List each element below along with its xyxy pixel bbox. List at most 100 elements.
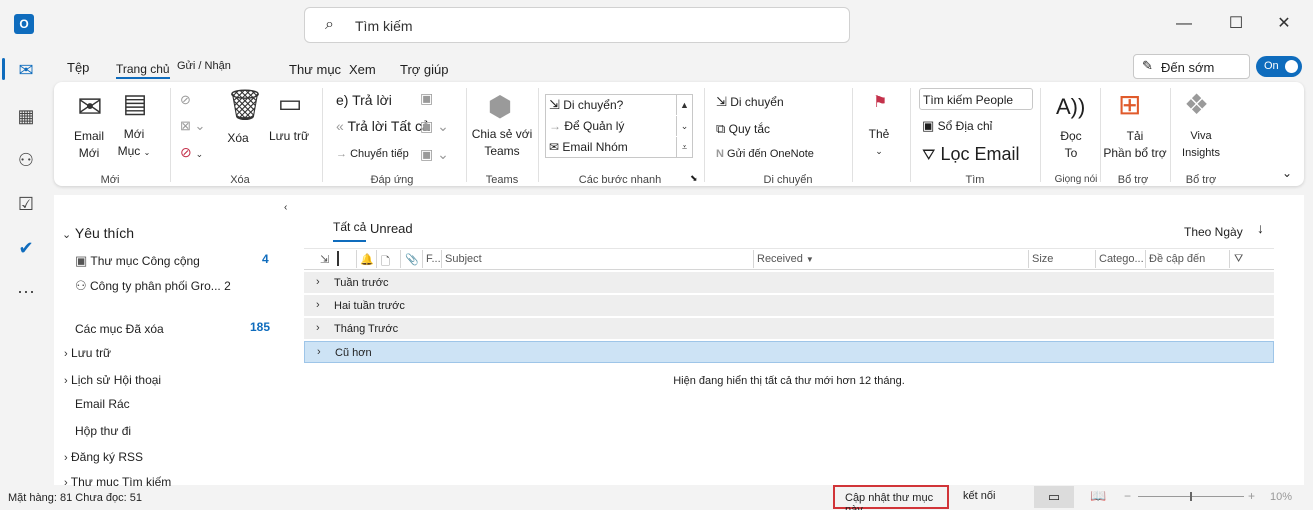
ignore-icon[interactable]: ⊘ [180, 92, 191, 108]
viva-insights-button[interactable]: Viva Insights [1176, 128, 1226, 162]
search-input[interactable]: ⌕ Tìm kiếm [304, 7, 850, 43]
tags-button[interactable]: Thẻ ⌄ [862, 126, 896, 160]
new-items-label-1: Mới [123, 127, 145, 141]
todo-icon[interactable]: ✔ [11, 233, 41, 263]
icon-column-icon[interactable]: 🗋 [381, 253, 390, 272]
folder-outbox[interactable]: Hộp thư đi [75, 424, 131, 438]
group-row-two-weeks[interactable]: › Hai tuần trước [304, 295, 1274, 317]
folder-public[interactable]: ▣ Thư mục Công cộng [75, 253, 200, 269]
archive-button[interactable]: Lưu trữ [266, 128, 312, 145]
meeting-reply-icon[interactable]: ▣ [420, 90, 433, 107]
filter-column-icon[interactable]: ⛛ [1234, 253, 1243, 266]
dialog-launcher-icon[interactable]: ⬊ [690, 173, 698, 184]
cleanup-icon[interactable]: ⊠ ⌄ [180, 118, 205, 134]
gallery-more-icon[interactable]: ⩡ [676, 137, 692, 157]
folder-conversation-history[interactable]: › Lịch sử Hội thoại [64, 373, 161, 387]
junk-icon[interactable]: ⊘ ⌄ [180, 144, 203, 161]
reply-button[interactable]: e) Trả lời [336, 92, 392, 108]
tab-help[interactable]: Trợ giúp [400, 62, 449, 77]
delete-button[interactable]: Xóa [220, 130, 256, 147]
column-divider [441, 250, 442, 268]
tags-label: Thẻ [868, 127, 890, 141]
attachment-column-icon[interactable]: 📎 [405, 253, 419, 266]
read-aloud-button[interactable]: Đọc To [1052, 128, 1090, 162]
ribbon-expand-icon[interactable]: ⌄ [1282, 166, 1292, 180]
update-folder-button[interactable]: Cập nhật thư mục này [833, 485, 949, 510]
sort-direction-icon[interactable]: ↓ [1257, 220, 1264, 236]
maximize-button[interactable]: ☐ [1224, 12, 1248, 36]
group-row-last-month[interactable]: › Tháng Trước [304, 318, 1274, 340]
received-column[interactable]: Received ▼ [757, 253, 814, 265]
calendar-icon[interactable]: ▦ [11, 101, 41, 131]
reading-view-icon[interactable]: 📖 [1090, 488, 1106, 504]
close-button[interactable]: ✕ [1272, 12, 1296, 36]
group-move-label: Di chuyển [763, 174, 813, 186]
tab-send-receive[interactable]: Gửi / Nhận [177, 60, 231, 72]
im-reply-icon[interactable]: ▣ ⌄ [420, 146, 449, 163]
active-indicator [2, 58, 5, 80]
folder-deleted[interactable]: Các mục Đã xóa [75, 322, 164, 336]
move-button[interactable]: ⇲ Di chuyển [716, 94, 784, 110]
get-addins-label-2: Phần bổ trợ [1103, 146, 1167, 160]
size-column[interactable]: Size [1032, 253, 1053, 265]
address-book-icon: ▣ [922, 118, 935, 133]
flag-icon: ⚑ [873, 94, 888, 111]
tab-view[interactable]: Xem [349, 62, 376, 77]
tab-file[interactable]: Tệp [67, 60, 89, 75]
people-icon[interactable]: ⚇ [11, 145, 41, 175]
mentioned-column[interactable]: Đề cập đến [1149, 253, 1205, 265]
search-people-input[interactable]: Tìm kiếm People [919, 88, 1033, 110]
filter-email-button[interactable]: ⛛ Lọc Email [922, 144, 1020, 165]
new-email-button[interactable]: Email Mới [66, 128, 112, 162]
chevron-down-icon[interactable]: ⌄ [676, 116, 692, 136]
folder-distribution[interactable]: ⚇ Công ty phân phối Gro... 2 [75, 278, 231, 294]
normal-view-icon[interactable]: ▭ [1034, 486, 1074, 508]
new-items-icon: ▤ [122, 88, 148, 118]
mail-icon[interactable]: ✉ [11, 55, 41, 85]
favorites-header[interactable]: ⌄ Yêu thích [62, 225, 134, 241]
from-column[interactable]: F... [426, 253, 441, 265]
more-apps-icon[interactable]: ⋯ [11, 277, 41, 307]
share-to-teams-button[interactable]: Chia sẻ với Teams [470, 126, 534, 160]
importance-column-icon[interactable]: ⇲ [320, 253, 329, 266]
rules-button[interactable]: ⧉ Quy tắc [716, 121, 770, 137]
early-button[interactable]: ✎ Đến sớm [1133, 54, 1250, 79]
new-outlook-toggle[interactable]: On [1256, 56, 1302, 77]
chevron-right-icon: › [316, 276, 320, 288]
quick-step-manager[interactable]: → Để Quản lý [549, 119, 624, 133]
quick-step-team-email[interactable]: ✉ Email Nhóm [549, 140, 628, 154]
folder-junk[interactable]: Email Rác [75, 397, 130, 411]
zoom-in-icon[interactable]: + [1248, 489, 1255, 503]
tasks-icon[interactable]: ☑ [11, 189, 41, 219]
tab-unread[interactable]: Unread [370, 221, 413, 236]
tab-home[interactable]: Trang chủ [116, 62, 170, 76]
group-row-last-week[interactable]: › Tuần trước [304, 272, 1274, 294]
folder-rss[interactable]: › Đăng ký RSS [64, 450, 143, 464]
zoom-slider-thumb[interactable] [1190, 492, 1192, 501]
zoom-out-icon[interactable]: − [1124, 489, 1131, 503]
folder-label: Lưu trữ [71, 346, 112, 360]
more-respond-icon[interactable]: ▣ ⌄ [420, 118, 449, 135]
send-to-onenote-button[interactable]: N Gửi đến OneNote [716, 148, 814, 160]
tab-folder[interactable]: Thư mục [289, 62, 341, 77]
get-addins-button[interactable]: Tải Phần bổ trợ [1102, 128, 1168, 162]
forward-button[interactable]: → Chuyển tiếp [336, 148, 409, 160]
address-book-button[interactable]: ▣ Sổ Địa chỉ [922, 118, 992, 134]
reminder-column-icon[interactable]: 🔔 [360, 253, 374, 266]
sort-by-dropdown[interactable]: Theo Ngày [1184, 225, 1243, 239]
chevron-up-icon[interactable]: ▲ [676, 95, 692, 115]
quick-step-move[interactable]: ⇲ Di chuyển? [549, 97, 623, 113]
subject-column[interactable]: Subject [445, 253, 482, 265]
move-icon: ⇲ [716, 94, 727, 109]
item-count: Mặt hàng: 81 [8, 492, 73, 504]
new-items-button[interactable]: Mới Mục ⌄ [114, 126, 154, 161]
new-email-label-2: Mới [78, 146, 100, 160]
folder-archive[interactable]: › Lưu trữ [64, 346, 111, 360]
reply-all-button[interactable]: « Trả lời Tất cả [336, 118, 430, 134]
minimize-button[interactable]: — [1172, 12, 1196, 36]
collapse-pane-icon[interactable]: ‹ [284, 202, 287, 213]
group-row-older[interactable]: › Cũ hơn [304, 341, 1274, 363]
tab-all[interactable]: Tất cả [333, 220, 366, 234]
public-folder-icon: ▣ [75, 253, 88, 268]
categories-column[interactable]: Catego... [1099, 253, 1144, 265]
